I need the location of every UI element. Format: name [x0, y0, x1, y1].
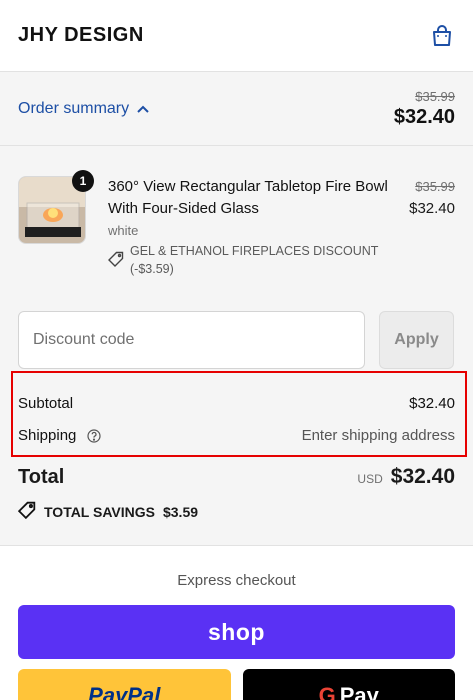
- discount-code-input[interactable]: [18, 311, 365, 369]
- paypal-button[interactable]: PayPal: [18, 669, 231, 700]
- google-g-icon: G: [318, 683, 336, 700]
- help-icon[interactable]: [86, 428, 101, 443]
- quantity-badge: 1: [72, 170, 94, 192]
- tag-icon: [108, 251, 124, 267]
- express-checkout: Express checkout shop PayPal G Pay: [0, 546, 473, 700]
- totals-section: Subtotal $32.40 Shipping Enter shipping …: [17, 387, 455, 522]
- shopping-bag-icon[interactable]: [429, 23, 455, 49]
- express-checkout-title: Express checkout: [177, 572, 296, 589]
- order-summary-label: Order summary: [18, 99, 130, 117]
- chevron-up-icon: [137, 100, 149, 118]
- subtotal-value: $32.40: [409, 394, 455, 412]
- product-title: 360° View Rectangular Tabletop Fire Bowl…: [108, 178, 388, 217]
- item-original-price: $35.99: [415, 179, 455, 194]
- shipping-value: Enter shipping address: [301, 426, 455, 444]
- item-price: $32.40: [409, 200, 455, 217]
- google-pay-label: Pay: [339, 683, 379, 700]
- subtotal-label: Subtotal: [18, 394, 74, 412]
- google-pay-button[interactable]: G Pay: [242, 669, 455, 700]
- total-amount: $32.40: [390, 465, 455, 488]
- discount-applied-label: GEL & ETHANOL FIREPLACES DISCOUNT (-$3.5…: [130, 244, 379, 276]
- product-variant: white: [108, 223, 139, 238]
- header: JHY DESIGN: [0, 0, 473, 72]
- shipping-label: Shipping: [18, 426, 77, 444]
- brand-logo[interactable]: JHY DESIGN: [18, 24, 144, 47]
- apply-discount-button[interactable]: Apply: [379, 311, 454, 369]
- total-label: Total: [18, 465, 65, 488]
- line-item: 1 360° View Rectangular Tabletop Fire Bo…: [18, 146, 455, 278]
- summary-total-price: $32.40: [393, 105, 455, 128]
- currency-code: USD: [357, 472, 383, 486]
- tag-icon: [17, 501, 36, 522]
- shop-pay-button[interactable]: shop: [18, 605, 455, 659]
- savings-label: TOTAL SAVINGS: [44, 503, 155, 520]
- savings-value: $3.59: [162, 503, 199, 520]
- summary-original-price: $35.99: [415, 88, 455, 104]
- order-summary-toggle[interactable]: Order summary $35.99 $32.40: [0, 72, 473, 146]
